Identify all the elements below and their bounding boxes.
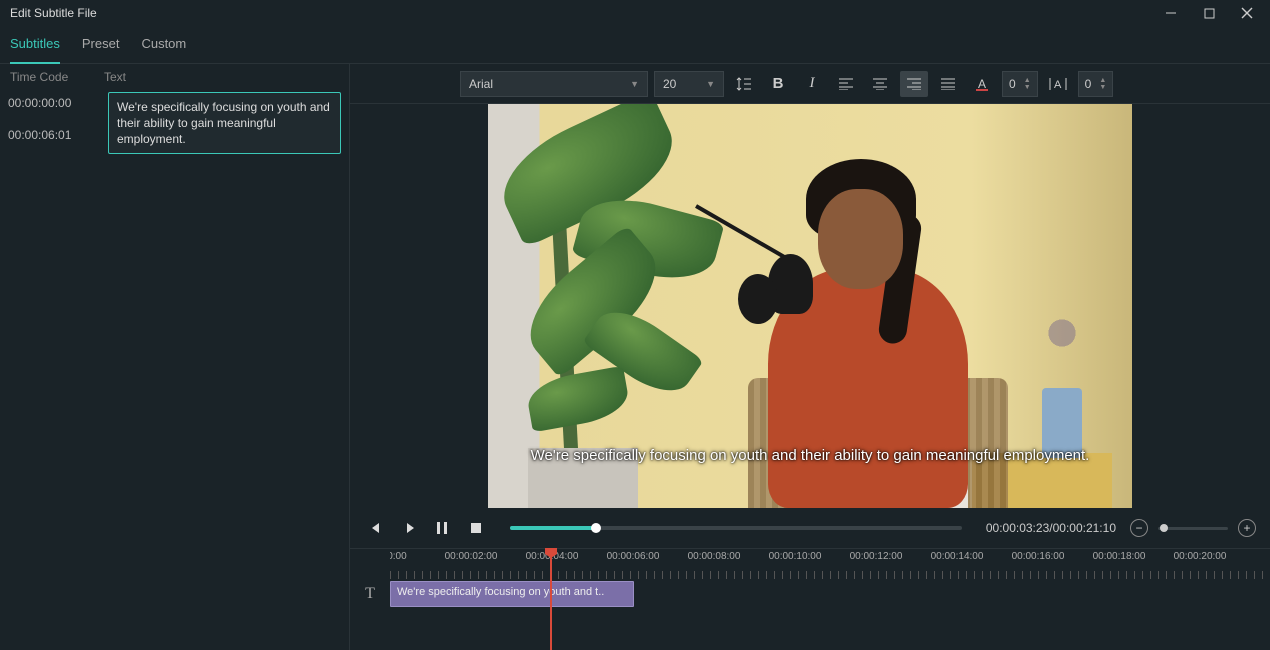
text-track-icon: T [350, 585, 390, 603]
ruler-label: 00:00:02:00 [445, 551, 498, 562]
maximize-icon [1204, 8, 1215, 19]
line-spacing-button[interactable] [730, 71, 758, 97]
timeline[interactable]: 0:00:0000:00:02:0000:00:04:0000:00:06:00… [350, 548, 1270, 650]
subtitle-times: 00:00:00:00 00:00:06:01 [8, 92, 102, 154]
subtitle-overlay: We're specifically focusing on youth and… [488, 447, 1132, 464]
italic-button[interactable]: I [798, 71, 826, 97]
font-family-value: Arial [469, 77, 493, 91]
zoom-controls: − + [1130, 519, 1256, 537]
close-button[interactable] [1228, 0, 1266, 26]
align-justify-icon [941, 78, 955, 90]
text-color-icon: A [975, 77, 989, 91]
ruler-label: 00:00:08:00 [688, 551, 741, 562]
char-spacing-spinner[interactable]: 0 ▲▼ [1002, 71, 1038, 97]
track-content[interactable]: We're specifically focusing on youth and… [390, 579, 1270, 609]
titlebar: Edit Subtitle File [0, 0, 1270, 26]
subtitle-end-time[interactable]: 00:00:06:01 [8, 128, 102, 142]
total-time: 00:00:21:10 [1053, 521, 1116, 535]
ruler-ticks [390, 571, 1270, 579]
subtitle-row[interactable]: 00:00:00:00 00:00:06:01 We're specifical… [0, 88, 349, 158]
spinner-arrows-icon[interactable]: ▲▼ [1024, 77, 1031, 91]
letter-spacing-icon: A [1049, 77, 1067, 91]
pause-icon [436, 521, 448, 535]
pause-button[interactable] [432, 518, 452, 538]
chevron-down-icon: ▼ [706, 79, 715, 89]
play-icon [401, 521, 415, 535]
zoom-out-button[interactable]: − [1130, 519, 1148, 537]
bold-button[interactable]: B [764, 71, 792, 97]
window-title: Edit Subtitle File [10, 6, 97, 20]
stop-icon [470, 522, 482, 534]
ruler-label: 00:00:12:00 [850, 551, 903, 562]
subtitle-start-time[interactable]: 00:00:00:00 [8, 96, 102, 110]
stop-button[interactable] [466, 518, 486, 538]
progress-thumb[interactable] [591, 523, 601, 533]
ruler-label: 00:00:14:00 [931, 551, 984, 562]
subtitle-list-panel: Time Code Text 00:00:00:00 00:00:06:01 W… [0, 64, 350, 650]
zoom-in-button[interactable]: + [1238, 519, 1256, 537]
ruler-label: 00:00:16:00 [1012, 551, 1065, 562]
column-text: Text [104, 70, 339, 84]
tab-preset[interactable]: Preset [82, 26, 120, 64]
tab-bar: Subtitles Preset Custom [0, 26, 1270, 64]
ruler-label: 0:00:00 [390, 551, 407, 562]
align-justify-button[interactable] [934, 71, 962, 97]
align-right-icon [907, 78, 921, 90]
spinner-arrows-icon[interactable]: ▲▼ [1099, 77, 1106, 91]
minimize-button[interactable] [1152, 0, 1190, 26]
subtitle-track: T We're specifically focusing on youth a… [350, 579, 1270, 609]
time-display: 00:00:03:23/00:00:21:10 [986, 521, 1116, 535]
line-height-value: 0 [1085, 77, 1092, 91]
current-time: 00:00:03:23 [986, 521, 1049, 535]
font-size-value: 20 [663, 77, 676, 91]
svg-text:A: A [1054, 79, 1062, 91]
line-height-spinner[interactable]: 0 ▲▼ [1078, 71, 1114, 97]
align-left-icon [839, 78, 853, 90]
letter-spacing-button[interactable]: A [1044, 71, 1072, 97]
playhead[interactable] [550, 549, 552, 650]
window-controls [1152, 0, 1266, 26]
minimize-icon [1165, 7, 1177, 19]
text-format-toolbar: Arial ▼ 20 ▼ B I [350, 64, 1270, 104]
progress-fill [510, 526, 596, 530]
subtitle-list-header: Time Code Text [0, 64, 349, 88]
step-back-icon [367, 521, 381, 535]
tab-subtitles[interactable]: Subtitles [10, 26, 60, 64]
column-timecode: Time Code [10, 70, 104, 84]
line-spacing-icon [736, 76, 752, 92]
text-color-button[interactable]: A [968, 71, 996, 97]
content-area: Arial ▼ 20 ▼ B I [350, 64, 1270, 650]
font-size-select[interactable]: 20 ▼ [654, 71, 724, 97]
ruler-label: 00:00:10:00 [769, 551, 822, 562]
align-right-button[interactable] [900, 71, 928, 97]
subtitle-text-input[interactable]: We're specifically focusing on youth and… [108, 92, 341, 154]
subtitle-clip[interactable]: We're specifically focusing on youth and… [390, 581, 634, 607]
align-center-button[interactable] [866, 71, 894, 97]
zoom-slider[interactable] [1158, 527, 1228, 530]
font-family-select[interactable]: Arial ▼ [460, 71, 648, 97]
step-back-button[interactable] [364, 518, 384, 538]
ruler-label: 00:00:18:00 [1093, 551, 1146, 562]
ruler-label: 00:00:06:00 [607, 551, 660, 562]
char-spacing-value: 0 [1009, 77, 1016, 91]
video-preview-area: We're specifically focusing on youth and… [350, 104, 1270, 508]
chevron-down-icon: ▼ [630, 79, 639, 89]
play-button[interactable] [398, 518, 418, 538]
progress-slider[interactable] [510, 526, 962, 530]
zoom-slider-thumb[interactable] [1160, 524, 1168, 532]
align-left-button[interactable] [832, 71, 860, 97]
timeline-ruler[interactable]: 0:00:0000:00:02:0000:00:04:0000:00:06:00… [390, 549, 1270, 579]
maximize-button[interactable] [1190, 0, 1228, 26]
ruler-label: 00:00:20:00 [1174, 551, 1227, 562]
svg-text:A: A [978, 77, 986, 91]
tab-custom[interactable]: Custom [141, 26, 186, 64]
close-icon [1241, 7, 1253, 19]
video-preview[interactable]: We're specifically focusing on youth and… [488, 104, 1132, 508]
align-center-icon [873, 78, 887, 90]
player-controls: 00:00:03:23/00:00:21:10 − + [350, 508, 1270, 548]
